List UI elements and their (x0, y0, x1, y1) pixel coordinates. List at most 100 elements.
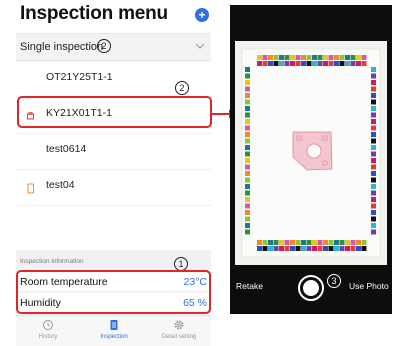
color-patch (245, 158, 250, 163)
color-patch (334, 240, 339, 245)
color-patch (361, 246, 367, 251)
color-patch (371, 151, 376, 157)
color-patch (279, 61, 284, 66)
color-patch (245, 197, 250, 202)
color-patch (312, 246, 317, 251)
color-patch (356, 61, 361, 66)
color-patch (245, 80, 250, 85)
color-patch (284, 240, 290, 245)
gear-icon (174, 320, 184, 330)
color-patch (350, 61, 356, 66)
color-patch (306, 240, 312, 245)
color-patch (262, 61, 268, 66)
color-patch (345, 61, 350, 66)
color-patch (245, 151, 250, 157)
use-photo-button[interactable]: Use Photo (349, 281, 389, 291)
color-patch (245, 67, 250, 72)
color-patch (301, 55, 306, 60)
color-patch (245, 86, 250, 92)
color-patch (350, 240, 356, 245)
color-patch (245, 125, 250, 131)
color-patch (328, 246, 334, 251)
shutter-button[interactable] (298, 275, 324, 301)
color-patch (245, 203, 250, 209)
tab-detail-setting-label: Detail setting (161, 334, 197, 340)
tab-inspection-label: Inspection (100, 334, 128, 340)
color-patch (350, 55, 356, 60)
color-patch (356, 246, 361, 251)
annotation-number-2-top: 2 (97, 39, 111, 53)
color-patch (245, 171, 250, 176)
retake-button[interactable]: Retake (236, 281, 263, 291)
color-patch (339, 246, 345, 251)
color-patch (371, 93, 376, 98)
color-patch (284, 61, 290, 66)
color-patch (245, 73, 250, 79)
color-patch (371, 184, 376, 189)
color-patch (306, 55, 312, 60)
color-patch (295, 240, 301, 245)
color-patch (371, 138, 376, 144)
color-patch (273, 246, 279, 251)
color-patch (284, 55, 290, 60)
shutter-inner (303, 280, 319, 296)
color-patch (245, 145, 250, 150)
color-patch (328, 55, 334, 60)
color-patch (273, 240, 279, 245)
color-patch (301, 240, 306, 245)
color-patch (245, 216, 250, 222)
color-patch (273, 61, 279, 66)
color-patch (290, 61, 295, 66)
color-patch (334, 246, 339, 251)
color-patch (301, 246, 306, 251)
color-patch (371, 203, 376, 209)
color-patch (301, 61, 306, 66)
color-patch (279, 246, 284, 251)
tab-inspection[interactable]: Inspection (84, 319, 144, 346)
color-patch (323, 61, 328, 66)
highlight-environment-values (16, 270, 211, 314)
color-patch (268, 246, 273, 251)
color-patch (356, 240, 361, 245)
color-patch (245, 229, 250, 235)
add-button[interactable]: + (195, 8, 209, 22)
color-patch (361, 61, 367, 66)
color-patch (361, 55, 367, 60)
color-patch (279, 240, 284, 245)
color-patch (328, 61, 334, 66)
color-patch (245, 190, 250, 196)
tab-history[interactable]: History (18, 319, 78, 346)
inspection-mode-selector[interactable]: Single inspection (16, 33, 211, 61)
color-patch (273, 55, 279, 60)
annotation-number-1: 1 (174, 257, 188, 271)
color-patch (257, 246, 262, 251)
color-patch (245, 119, 250, 124)
color-patch (245, 164, 250, 170)
color-patch (339, 240, 345, 245)
color-patch (295, 246, 301, 251)
color-patch (262, 240, 268, 245)
color-patch (245, 93, 250, 98)
captured-photo (235, 41, 387, 265)
color-patch (257, 61, 262, 66)
color-patch (312, 61, 317, 66)
list-item[interactable]: test04 (16, 170, 211, 206)
color-patch (345, 55, 350, 60)
color-patch (268, 240, 273, 245)
color-patch (371, 210, 376, 215)
info-section-title: Inspection information (20, 258, 84, 265)
color-patch (245, 106, 250, 111)
tab-detail-setting[interactable]: Detail setting (149, 319, 209, 346)
color-patch (295, 55, 301, 60)
color-patch (334, 61, 339, 66)
color-patch (262, 55, 268, 60)
list-item[interactable]: test0614 (16, 134, 211, 170)
color-patch (312, 240, 317, 245)
color-patch (371, 229, 376, 235)
color-patch (345, 240, 350, 245)
color-patch (356, 55, 361, 60)
color-patch (284, 246, 290, 251)
color-patch (371, 190, 376, 196)
color-patch (371, 164, 376, 170)
tab-history-label: History (38, 334, 58, 340)
